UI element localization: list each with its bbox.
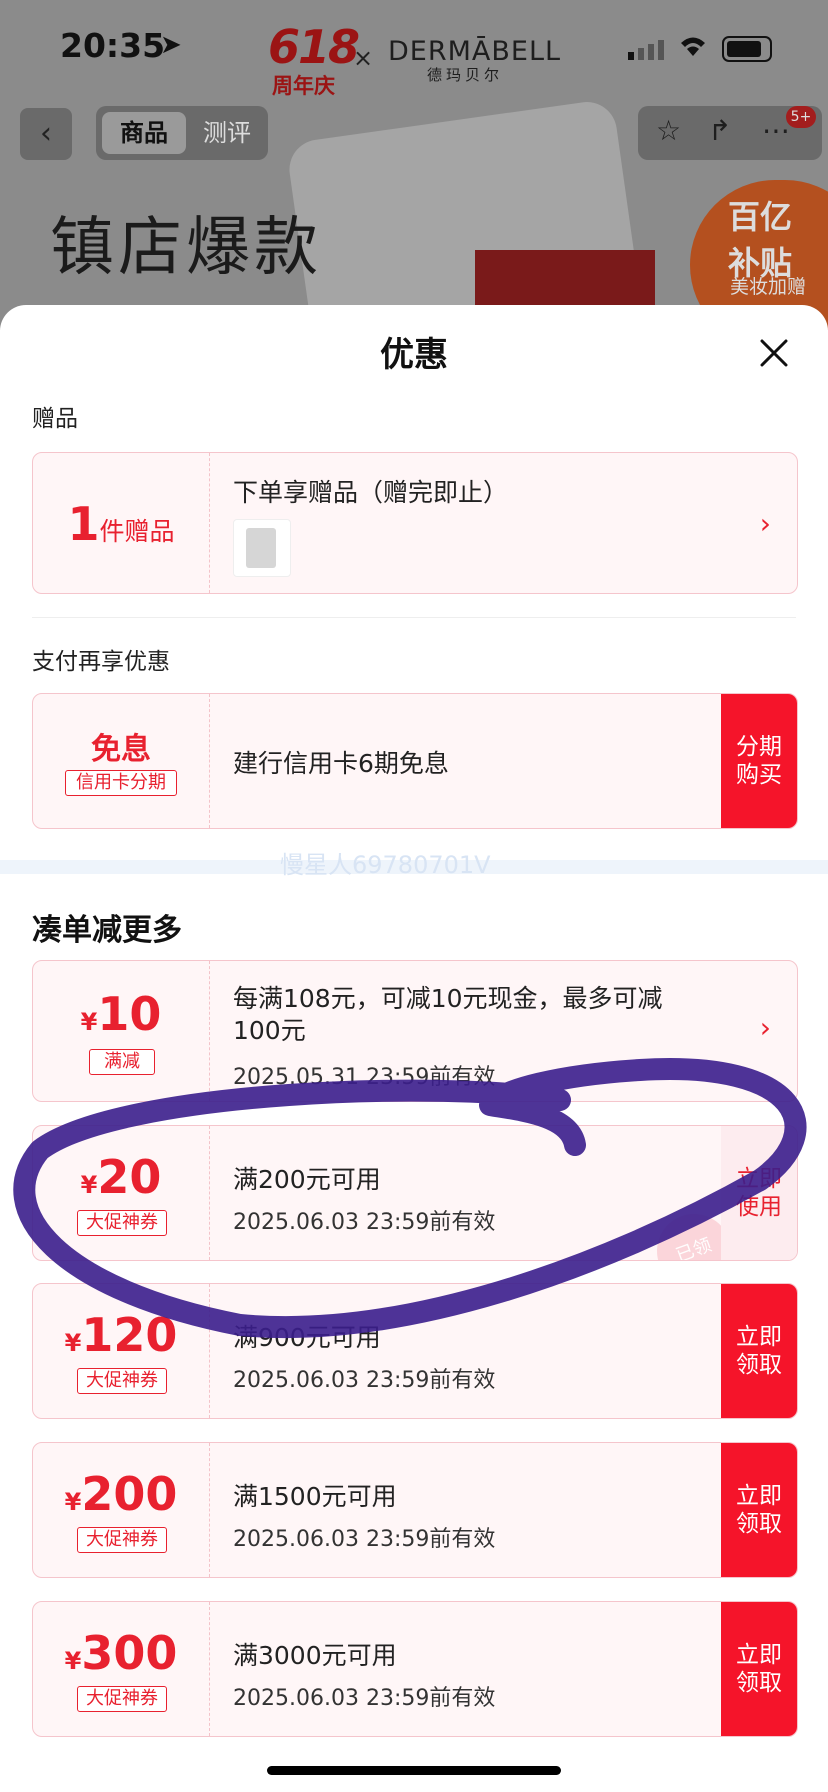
gift-count-area: 1件赠品: [33, 453, 210, 593]
claim-now-button[interactable]: 立即 领取: [721, 1443, 797, 1577]
gift-title: 下单享赠品（赠完即止）: [233, 478, 509, 507]
coupon-amount-area: ¥300 大促神券: [33, 1602, 210, 1736]
status-time: 20:35: [60, 26, 166, 65]
coupon-card-300: ¥300 大促神券 满3000元可用 2025.06.03 23:59前有效 立…: [32, 1601, 798, 1737]
gift-count: 1件赠品: [67, 497, 175, 551]
campaign-logo: 618: [268, 20, 360, 74]
signal-icon: [628, 40, 664, 60]
installment-card: 免息 信用卡分期 建行信用卡6期免息 分期 购买: [32, 693, 798, 829]
wifi-icon: [681, 37, 705, 56]
divider: [32, 617, 796, 618]
back-button[interactable]: ‹: [20, 108, 72, 160]
coupon-amount: ¥200: [64, 1467, 178, 1521]
installment-buy-button[interactable]: 分期 购买: [721, 694, 797, 828]
coupon-expiry: 2025.06.03 23:59前有效: [233, 1686, 496, 1711]
subsidy-badge-sub: 美妆加赠: [730, 276, 807, 298]
sheet-title: 优惠: [380, 335, 448, 375]
tab-reviews[interactable]: 测评: [192, 112, 262, 154]
pay-section-label: 支付再享优惠: [32, 649, 170, 675]
coupon-rule: 满1500元可用: [233, 1482, 397, 1511]
annotation-circle: [13, 1058, 807, 1339]
coupon-expiry: 2025.06.03 23:59前有效: [233, 1368, 496, 1393]
installment-text: 建行信用卡6期免息: [233, 749, 449, 778]
coupon-section-label: 凑单减更多: [32, 913, 182, 948]
brand-logo: DERMĀBELL: [388, 36, 562, 67]
coupon-card-200: ¥200 大促神券 满1500元可用 2025.06.03 23:59前有效 立…: [32, 1442, 798, 1578]
subsidy-badge-title: 百亿 补贴: [728, 198, 793, 282]
gift-thumbnail: [233, 519, 291, 577]
chevron-right-icon: ›: [759, 507, 771, 540]
close-icon[interactable]: [756, 335, 792, 371]
coupon-rule: 满3000元可用: [233, 1641, 397, 1670]
coupon-amount-area: ¥200 大促神券: [33, 1443, 210, 1577]
tab-product[interactable]: 商品: [102, 112, 186, 154]
star-icon[interactable]: ☆: [656, 114, 681, 147]
coupon-tag: 大促神券: [77, 1686, 167, 1712]
battery-icon: [722, 36, 772, 62]
watermark: 慢星人69780701V: [280, 851, 491, 879]
coupon-tag: 大促神券: [77, 1368, 167, 1394]
gift-section-label: 赠品: [32, 406, 78, 432]
coupon-expiry: 2025.06.03 23:59前有效: [233, 1527, 496, 1552]
collab-sign: ×: [353, 44, 374, 72]
home-indicator: [267, 1766, 561, 1775]
share-icon[interactable]: ↱: [708, 114, 731, 147]
installment-tag-area: 免息 信用卡分期: [33, 694, 210, 828]
gift-card[interactable]: 1件赠品 下单享赠品（赠完即止） ›: [32, 452, 798, 594]
coupon-amount: ¥10: [80, 987, 162, 1041]
interest-free-tag: 免息: [91, 732, 151, 767]
location-icon: ➤: [160, 30, 182, 60]
top-tabs: 商品 测评: [96, 106, 268, 160]
claim-now-button[interactable]: 立即 领取: [721, 1602, 797, 1736]
brand-logo-cn: 德玛贝尔: [427, 66, 504, 84]
message-count-badge: 5+: [786, 106, 816, 128]
credit-installment-tag: 信用卡分期: [65, 770, 177, 796]
coupon-amount: ¥300: [64, 1626, 178, 1680]
banner-headline: 镇店爆款: [50, 211, 322, 285]
coupon-tag: 大促神券: [77, 1527, 167, 1553]
campaign-logo-sub: 周年庆: [272, 74, 335, 98]
coupon-rule: 每满108元，可减10元现金，最多可减: [233, 984, 663, 1013]
